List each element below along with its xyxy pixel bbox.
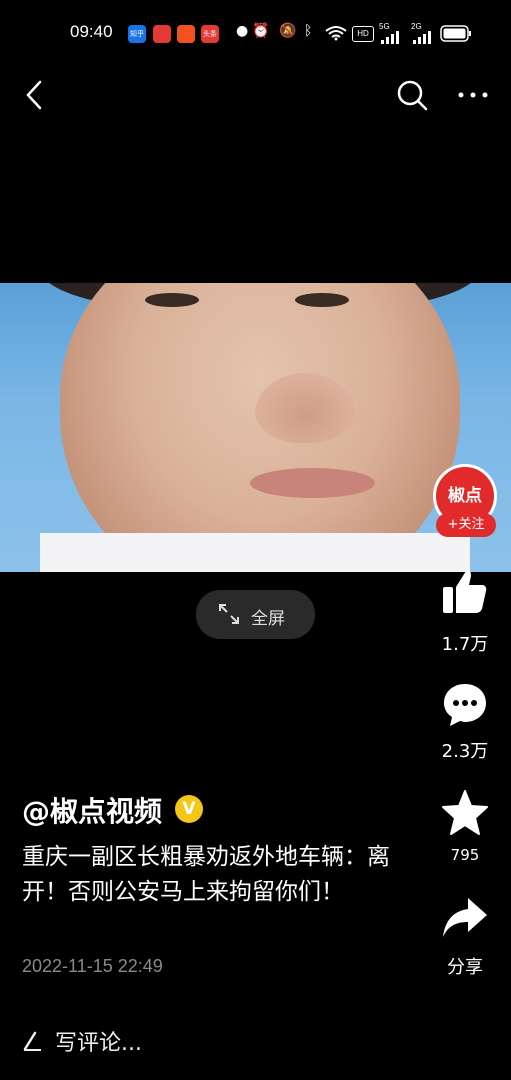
signal-icon-1 xyxy=(381,31,399,44)
video-frame-shirt xyxy=(40,533,470,572)
toutiao-app-icon: 头条 xyxy=(201,25,219,43)
expand-icon xyxy=(219,604,239,624)
back-icon[interactable] xyxy=(20,78,50,112)
bluetooth-icon: ᛒ xyxy=(304,23,313,39)
like-icon[interactable] xyxy=(440,567,490,617)
author-name[interactable]: @椒点视频 xyxy=(22,790,162,830)
dot-icon: ● xyxy=(236,23,249,39)
status-bar: 09:40 知乎 头条 ● ⏰ 🔕 ᛒ HD 5G 2G xyxy=(0,0,511,66)
hd-badge: HD xyxy=(352,26,374,42)
like-count: 1.7万 xyxy=(441,634,489,655)
battery-icon xyxy=(440,25,471,42)
wifi-icon xyxy=(325,26,347,41)
verified-badge-icon: V xyxy=(175,795,203,823)
pen-icon xyxy=(23,1031,41,1051)
favorite-count: 795 xyxy=(450,846,480,864)
follow-button[interactable]: +关注 xyxy=(436,513,496,537)
video-frame-face xyxy=(60,283,460,572)
search-icon[interactable] xyxy=(395,78,429,112)
fullscreen-label: 全屏 xyxy=(251,609,285,629)
comment-placeholder: 写评论... xyxy=(55,1031,142,1056)
post-title: 重庆一副区长粗暴劝返外地车辆：离开！否则公安马上来拘留你们！ xyxy=(22,844,390,905)
mute-icon: 🔕 xyxy=(279,23,297,39)
comment-icon[interactable] xyxy=(440,680,490,730)
signal-icon-2 xyxy=(413,31,431,44)
alarm-icon: ⏰ xyxy=(252,23,270,39)
fullscreen-button[interactable]: 全屏 xyxy=(196,590,315,639)
comment-count: 2.3万 xyxy=(441,741,489,762)
red-app-icon xyxy=(153,25,171,43)
share-label[interactable]: 分享 xyxy=(430,953,500,979)
zhihu-app-icon: 知乎 xyxy=(128,25,146,43)
more-icon[interactable] xyxy=(455,80,491,110)
share-icon[interactable] xyxy=(440,893,490,943)
star-icon[interactable] xyxy=(440,788,490,838)
status-time: 09:40 xyxy=(70,22,113,41)
post-date: 2022-11-15 22:49 xyxy=(22,956,163,976)
reader-app-icon xyxy=(177,25,195,43)
video-player[interactable] xyxy=(0,283,511,572)
